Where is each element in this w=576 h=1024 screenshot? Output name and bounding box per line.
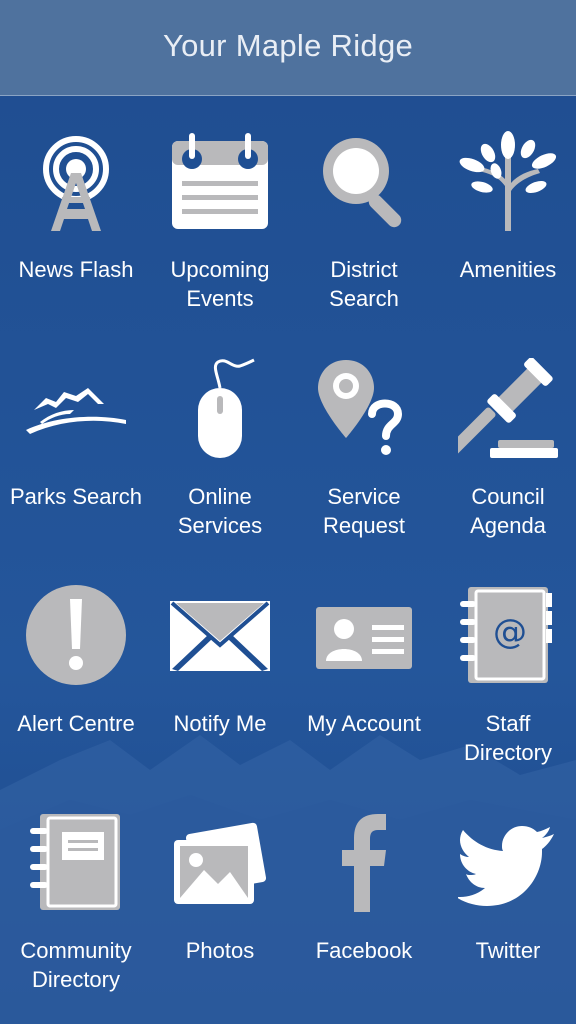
tile-district-search[interactable]: District Search <box>292 95 436 311</box>
tile-label: District Search <box>329 257 399 311</box>
tile-label: Amenities <box>459 257 557 282</box>
app-title: Your Maple Ridge <box>162 27 414 63</box>
twitter-bird-icon <box>458 812 558 912</box>
address-book-icon: @ <box>458 585 558 685</box>
tile-label: Photos <box>185 938 255 963</box>
notebook-icon <box>26 812 126 912</box>
tile-label: Twitter <box>475 938 541 963</box>
id-card-icon <box>314 585 414 685</box>
tile-community-directory[interactable]: Community Directory <box>4 776 148 992</box>
calendar-icon <box>170 131 270 231</box>
alert-icon <box>26 585 126 685</box>
tile-facebook[interactable]: Facebook <box>292 776 436 976</box>
tile-parks-search[interactable]: Parks Search <box>4 322 148 522</box>
tile-twitter[interactable]: Twitter <box>436 776 576 976</box>
tile-service-request[interactable]: Service Request <box>292 322 436 538</box>
map-pin-question-icon <box>314 358 414 458</box>
tile-label: Upcoming Events <box>170 257 270 311</box>
tree-icon <box>458 131 558 231</box>
tile-my-account[interactable]: My Account <box>292 549 436 749</box>
magnifier-icon <box>314 131 414 231</box>
tile-label: Staff Directory <box>463 711 552 765</box>
gavel-icon <box>458 358 558 458</box>
tile-label: Facebook <box>315 938 413 963</box>
menu-grid: News Flash Upcoming Events District Sear… <box>0 95 576 1024</box>
tile-label: Community Directory <box>20 938 132 992</box>
tile-label: Alert Centre <box>17 711 135 736</box>
photos-icon <box>170 812 270 912</box>
tile-label: News Flash <box>18 257 134 282</box>
mountain-logo-icon <box>26 358 126 458</box>
broadcast-tower-icon <box>26 131 126 231</box>
tile-label: Service Request <box>323 484 405 538</box>
tile-label: Notify Me <box>173 711 267 736</box>
tile-news-flash[interactable]: News Flash <box>4 95 148 295</box>
tile-amenities[interactable]: Amenities <box>436 95 576 295</box>
tile-notify-me[interactable]: Notify Me <box>148 549 292 749</box>
tile-council-agenda[interactable]: Council Agenda <box>436 322 576 538</box>
facebook-icon <box>314 812 414 912</box>
tile-label: Online Services <box>177 484 263 538</box>
app-header: Your Maple Ridge <box>0 0 576 96</box>
svg-text:@: @ <box>493 612 527 652</box>
tile-alert-centre[interactable]: Alert Centre <box>4 549 148 749</box>
tile-label: Parks Search <box>9 484 143 509</box>
tile-staff-directory[interactable]: @ Staff Directory <box>436 549 576 765</box>
tile-online-services[interactable]: Online Services <box>148 322 292 538</box>
tile-label: My Account <box>307 711 421 736</box>
tile-photos[interactable]: Photos <box>148 776 292 976</box>
tile-upcoming-events[interactable]: Upcoming Events <box>148 95 292 311</box>
envelope-icon <box>170 585 270 685</box>
tile-label: Council Agenda <box>470 484 546 538</box>
mouse-icon <box>170 358 270 458</box>
